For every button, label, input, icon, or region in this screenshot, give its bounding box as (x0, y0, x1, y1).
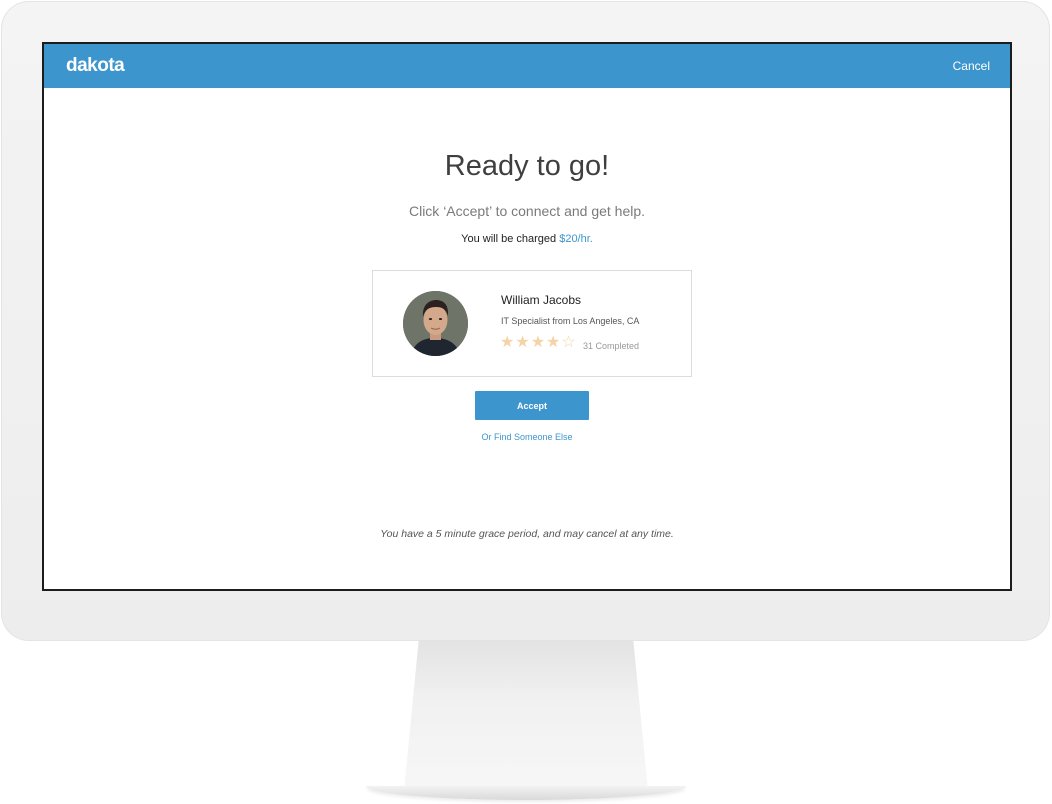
specialist-card: William Jacobs IT Specialist from Los An… (372, 270, 692, 377)
brand-logo[interactable]: dakota (66, 55, 125, 77)
star-filled-icon: ★ (530, 334, 546, 351)
specialist-name: William Jacobs (501, 293, 582, 307)
charge-notice: You will be charged $20/hr. (44, 233, 1010, 245)
specialist-role: IT Specialist from Los Angeles, CA (501, 316, 640, 326)
star-filled-icon: ★ (546, 334, 561, 351)
avatar-portrait-icon (403, 291, 468, 356)
star-filled-icon: ★ (515, 334, 530, 351)
grace-period-note: You have a 5 minute grace period, and ma… (380, 528, 674, 540)
star-filled-icon: ★ (500, 334, 515, 351)
accept-button[interactable]: Accept (475, 391, 589, 420)
page-subtitle: Click ‘Accept’ to connect and get help. (408, 203, 646, 219)
completed-count: 31 Completed (583, 341, 640, 351)
find-someone-else-link[interactable]: Or Find Someone Else (44, 432, 1010, 442)
app-screen: dakota Cancel Ready to go! Click ‘Accept… (42, 42, 1012, 591)
monitor-base (366, 786, 686, 800)
page-title: Ready to go! (444, 150, 610, 182)
charge-prefix: You will be charged (461, 233, 560, 245)
top-bar: dakota Cancel (44, 44, 1010, 88)
cancel-link[interactable]: Cancel (953, 59, 990, 73)
monitor-stand (404, 641, 648, 791)
avatar (403, 291, 468, 356)
star-empty-icon: ☆ (561, 334, 576, 351)
rating-stars: ★ ★ ★ ★ ☆ (500, 335, 576, 351)
charge-rate: $20/hr. (559, 233, 593, 245)
